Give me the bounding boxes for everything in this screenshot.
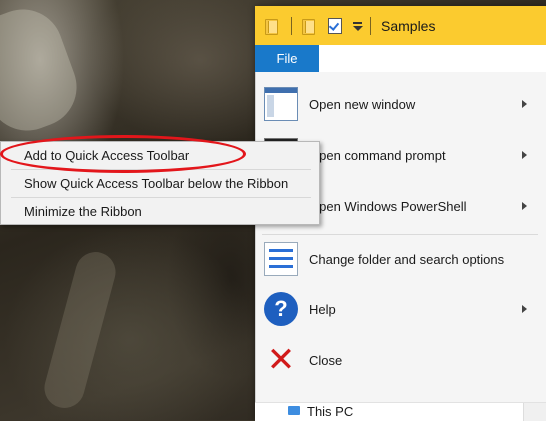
menu-item-folder-options[interactable]: Change folder and search options (256, 234, 539, 284)
properties-icon[interactable] (326, 17, 344, 35)
ribbon-context-menu: Add to Quick Access Toolbar Show Quick A… (0, 141, 320, 225)
file-menu: Open new window Open command prompt Open… (255, 72, 546, 420)
menu-item-minimize-ribbon[interactable]: Minimize the Ribbon (1, 198, 319, 224)
file-tab[interactable]: File (255, 45, 319, 72)
computer-icon (288, 406, 300, 415)
title-bar: Samples (255, 6, 546, 45)
menu-item-label: Open new window (309, 96, 416, 112)
menu-item-show-toolbar-below-ribbon[interactable]: Show Quick Access Toolbar below the Ribb… (1, 170, 319, 196)
menu-item-label: Change folder and search options (309, 251, 505, 267)
toolbar-separator (291, 16, 292, 35)
menu-item-label: Close (309, 352, 343, 368)
menu-item-open-new-window[interactable]: Open new window (256, 79, 539, 129)
menu-item-label: Minimize the Ribbon (24, 203, 142, 219)
menu-item-label: Show Quick Access Toolbar below the Ribb… (24, 175, 289, 191)
this-pc-label: This PC (307, 404, 354, 419)
menu-item-label: Open Windows PowerShell (309, 198, 467, 214)
menu-item-label: Add to Quick Access Toolbar (24, 147, 190, 163)
close-icon: ✕ (266, 341, 296, 379)
window-title: Samples (381, 17, 436, 34)
submenu-arrow-icon (522, 151, 527, 159)
folder-icon[interactable] (300, 17, 318, 35)
menu-item-label: Open command prompt (309, 147, 446, 163)
background-streak (0, 0, 88, 142)
nav-pane-this-pc[interactable]: This PC (255, 402, 546, 421)
submenu-arrow-icon (522, 202, 527, 210)
submenu-arrow-icon (522, 305, 527, 313)
background-streak (39, 247, 121, 413)
menu-item-label: Help (309, 301, 336, 317)
window-icon (264, 87, 298, 121)
option-line (269, 257, 293, 260)
menu-item-close[interactable]: ✕ Close (256, 335, 539, 385)
folder-options-icon (264, 242, 298, 276)
folder-icon (263, 17, 281, 35)
customize-toolbar-dropdown-icon[interactable] (352, 17, 364, 35)
menu-item-help[interactable]: ? Help (256, 284, 539, 334)
submenu-arrow-icon (522, 100, 527, 108)
option-line (269, 249, 293, 252)
toolbar-separator (370, 16, 371, 35)
help-icon: ? (264, 292, 298, 326)
option-line (269, 265, 293, 268)
menu-item-add-to-quick-access[interactable]: Add to Quick Access Toolbar (1, 142, 319, 168)
ribbon-strip (319, 45, 546, 73)
scrollbar[interactable] (523, 403, 546, 421)
